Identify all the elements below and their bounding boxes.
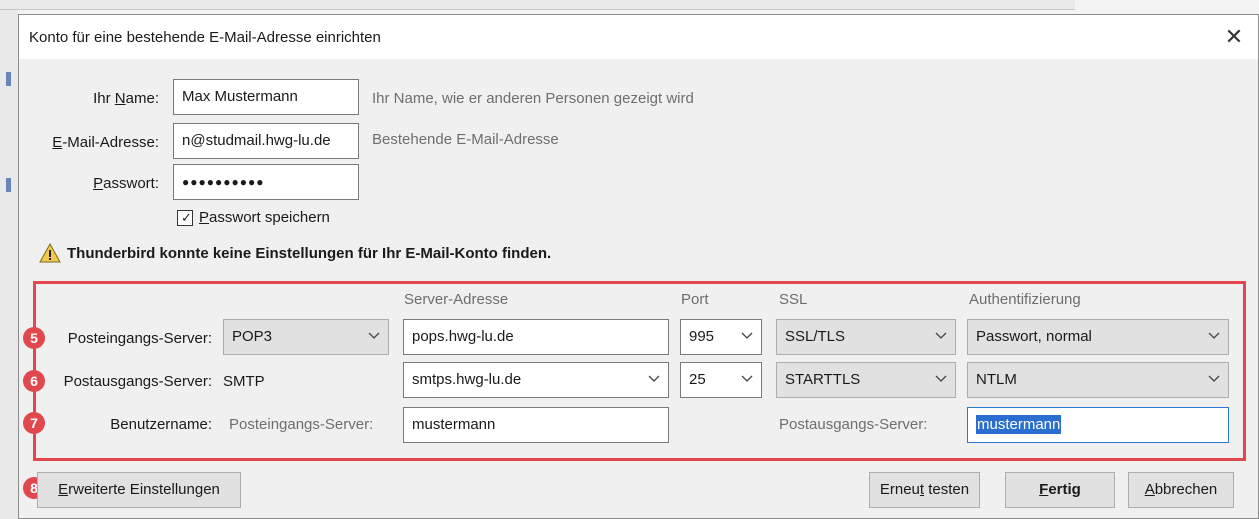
dialog-title: Konto für eine bestehende E-Mail-Adresse… xyxy=(29,29,381,46)
outgoing-ssl-value: STARTTLS xyxy=(785,371,861,388)
background-marker xyxy=(6,178,11,192)
warning-text: Thunderbird konnte keine Einstellungen f… xyxy=(67,245,552,262)
incoming-ssl-value: SSL/TLS xyxy=(785,328,846,345)
outgoing-server-label: Postausgangs-Server: xyxy=(63,373,212,390)
outgoing-auth-select[interactable]: NTLM xyxy=(967,362,1229,398)
warning-icon xyxy=(39,243,61,263)
username-outgoing-label: Postausgangs-Server: xyxy=(779,416,928,433)
incoming-ssl-select[interactable]: SSL/TLS xyxy=(776,319,956,355)
incoming-auth-value: Passwort, normal xyxy=(976,328,1092,345)
outgoing-port-value: 25 xyxy=(689,371,706,388)
incoming-protocol-select[interactable]: POP3 xyxy=(223,319,389,355)
outgoing-server-address-value: smtps.hwg-lu.de xyxy=(412,371,522,388)
step-badge-6: 6 xyxy=(23,370,45,392)
background-sidebar xyxy=(0,10,18,519)
column-header-address: Server-Adresse xyxy=(404,291,509,308)
incoming-port-select[interactable]: 995 xyxy=(680,319,762,355)
step-badge-5: 5 xyxy=(23,327,45,349)
close-icon[interactable]: ✕ xyxy=(1220,23,1248,51)
background-toolbar xyxy=(0,0,1075,10)
email-hint: Bestehende E-Mail-Adresse xyxy=(372,131,559,148)
cancel-button[interactable]: Abbrechen xyxy=(1128,472,1234,508)
retest-button[interactable]: Erneut testen xyxy=(869,472,980,508)
chevron-down-icon xyxy=(935,332,947,339)
account-setup-dialog: Konto für eine bestehende E-Mail-Adresse… xyxy=(18,14,1259,519)
chevron-down-icon xyxy=(1208,375,1220,382)
outgoing-ssl-select[interactable]: STARTTLS xyxy=(776,362,956,398)
background-marker xyxy=(6,72,11,86)
remember-password-label[interactable]: Passwort speichern xyxy=(199,209,330,226)
chevron-down-icon xyxy=(648,375,660,382)
username-label: Benutzername: xyxy=(110,416,212,433)
chevron-down-icon xyxy=(741,375,753,382)
chevron-down-icon xyxy=(1208,332,1220,339)
outgoing-username-selected-text: mustermann xyxy=(976,415,1062,434)
remember-password-checkbox[interactable]: ✓ xyxy=(177,210,193,226)
name-label: Ihr Name: xyxy=(93,90,159,107)
checkmark-icon: ✓ xyxy=(181,210,192,225)
dialog-titlebar: Konto für eine bestehende E-Mail-Adresse… xyxy=(19,15,1258,59)
column-header-port: Port xyxy=(681,291,709,308)
done-button[interactable]: Fertig xyxy=(1005,472,1115,508)
outgoing-port-select[interactable]: 25 xyxy=(680,362,762,398)
name-hint: Ihr Name, wie er anderen Personen gezeig… xyxy=(372,90,694,107)
outgoing-protocol-value: SMTP xyxy=(223,373,265,390)
incoming-server-address-field[interactable]: pops.hwg-lu.de xyxy=(403,319,669,355)
name-field[interactable]: Max Mustermann xyxy=(173,79,359,115)
email-field[interactable]: n@studmail.hwg-lu.de xyxy=(173,123,359,159)
password-field[interactable]: ●●●●●●●●●● xyxy=(173,164,359,200)
username-incoming-label: Posteingangs-Server: xyxy=(229,416,374,433)
password-label: Passwort: xyxy=(93,175,159,192)
column-header-auth: Authentifizierung xyxy=(969,291,1081,308)
incoming-port-value: 995 xyxy=(689,328,715,345)
outgoing-username-field[interactable]: mustermann xyxy=(967,407,1229,443)
column-header-ssl: SSL xyxy=(779,291,808,308)
outgoing-auth-value: NTLM xyxy=(976,371,1017,388)
chevron-down-icon xyxy=(935,375,947,382)
email-label: E-Mail-Adresse: xyxy=(52,134,159,151)
incoming-protocol-value: POP3 xyxy=(232,328,273,345)
step-badge-7: 7 xyxy=(23,412,45,434)
chevron-down-icon xyxy=(741,332,753,339)
incoming-server-label: Posteingangs-Server: xyxy=(67,330,212,347)
outgoing-server-address-combo[interactable]: smtps.hwg-lu.de xyxy=(403,362,669,398)
incoming-username-field[interactable]: mustermann xyxy=(403,407,669,443)
chevron-down-icon xyxy=(368,332,380,339)
incoming-auth-select[interactable]: Passwort, normal xyxy=(967,319,1229,355)
advanced-settings-button[interactable]: Erweiterte Einstellungen xyxy=(37,472,241,508)
